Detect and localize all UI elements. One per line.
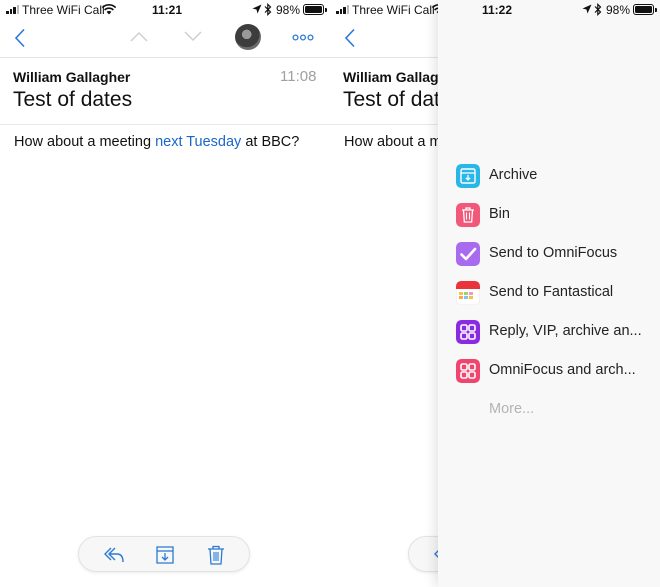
bin-icon — [456, 203, 480, 227]
action-label: Archive — [489, 167, 538, 183]
avatar[interactable] — [235, 24, 261, 50]
location-icon — [252, 4, 262, 14]
signal-icon — [6, 5, 19, 14]
message-toolbar — [78, 536, 250, 572]
carrier-label: Three WiFi Call — [22, 3, 105, 17]
carrier-label: Three WiFi Call — [352, 3, 435, 17]
message-time: 11:08 — [280, 68, 317, 85]
battery-icon — [303, 4, 327, 15]
action-label: Send to Fantastical — [489, 284, 614, 300]
action-reply-vip-archive[interactable]: Reply, VIP, archive an... — [456, 320, 656, 346]
quick-actions-panel: 11:22 98% Archive Bin Send to OmniFocus … — [438, 0, 660, 587]
checkmark-icon — [456, 242, 480, 266]
archive-icon[interactable] — [154, 545, 176, 565]
message-nav-bar — [0, 20, 330, 58]
action-archive[interactable]: Archive — [456, 164, 656, 190]
clock: 11:22 — [482, 3, 513, 17]
header-divider — [0, 124, 330, 125]
back-chevron-icon[interactable] — [14, 28, 26, 48]
status-bar: Three WiFi Call 11:21 98% — [0, 0, 330, 20]
action-send-to-fantastical[interactable]: Send to Fantastical — [456, 281, 656, 307]
action-bin[interactable]: Bin — [456, 203, 656, 229]
action-label: OmniFocus and arch... — [489, 362, 636, 378]
location-icon — [582, 4, 592, 14]
next-message-icon[interactable] — [184, 31, 202, 42]
bluetooth-icon — [594, 3, 602, 16]
message-subject: Test of dates — [13, 88, 133, 111]
calendar-icon — [456, 281, 480, 305]
body-text-end: at BBC? — [241, 134, 300, 150]
action-label: Send to OmniFocus — [489, 245, 618, 261]
action-label: Reply, VIP, archive an... — [489, 323, 642, 339]
more-actions-link[interactable]: More... — [489, 401, 534, 417]
body-text-start: How about a meeting — [14, 134, 156, 150]
sender-name[interactable]: William Gallagher — [13, 69, 130, 85]
message-body: How about a me — [344, 134, 450, 150]
trash-icon[interactable] — [205, 545, 227, 565]
action-omnifocus-and-archive[interactable]: OmniFocus and arch... — [456, 359, 656, 385]
archive-icon — [456, 164, 480, 188]
reply-icon[interactable] — [103, 545, 125, 565]
status-bar: 11:22 98% — [438, 0, 660, 20]
clock: 11:21 — [152, 3, 183, 17]
message-subject: Test of date — [343, 88, 452, 111]
battery-icon — [633, 4, 657, 15]
battery-percent: 98% — [606, 3, 631, 17]
signal-icon — [336, 5, 349, 14]
bluetooth-icon — [264, 3, 272, 16]
previous-message-icon[interactable] — [130, 31, 148, 42]
action-label: Bin — [489, 206, 510, 222]
message-body: How about a meeting next Tuesday at BBC? — [14, 134, 299, 150]
more-options-icon[interactable] — [292, 34, 314, 41]
grid-icon — [456, 359, 480, 383]
battery-percent: 98% — [276, 3, 301, 17]
grid-icon — [456, 320, 480, 344]
back-chevron-icon[interactable] — [344, 28, 356, 48]
mail-screen: Three WiFi Call 11:21 98% William Gallag… — [0, 0, 330, 587]
date-link[interactable]: next Tuesday — [155, 134, 241, 150]
wifi-icon — [101, 4, 117, 15]
action-send-to-omnifocus[interactable]: Send to OmniFocus — [456, 242, 656, 268]
sender-name[interactable]: William Gallagh — [343, 69, 447, 85]
